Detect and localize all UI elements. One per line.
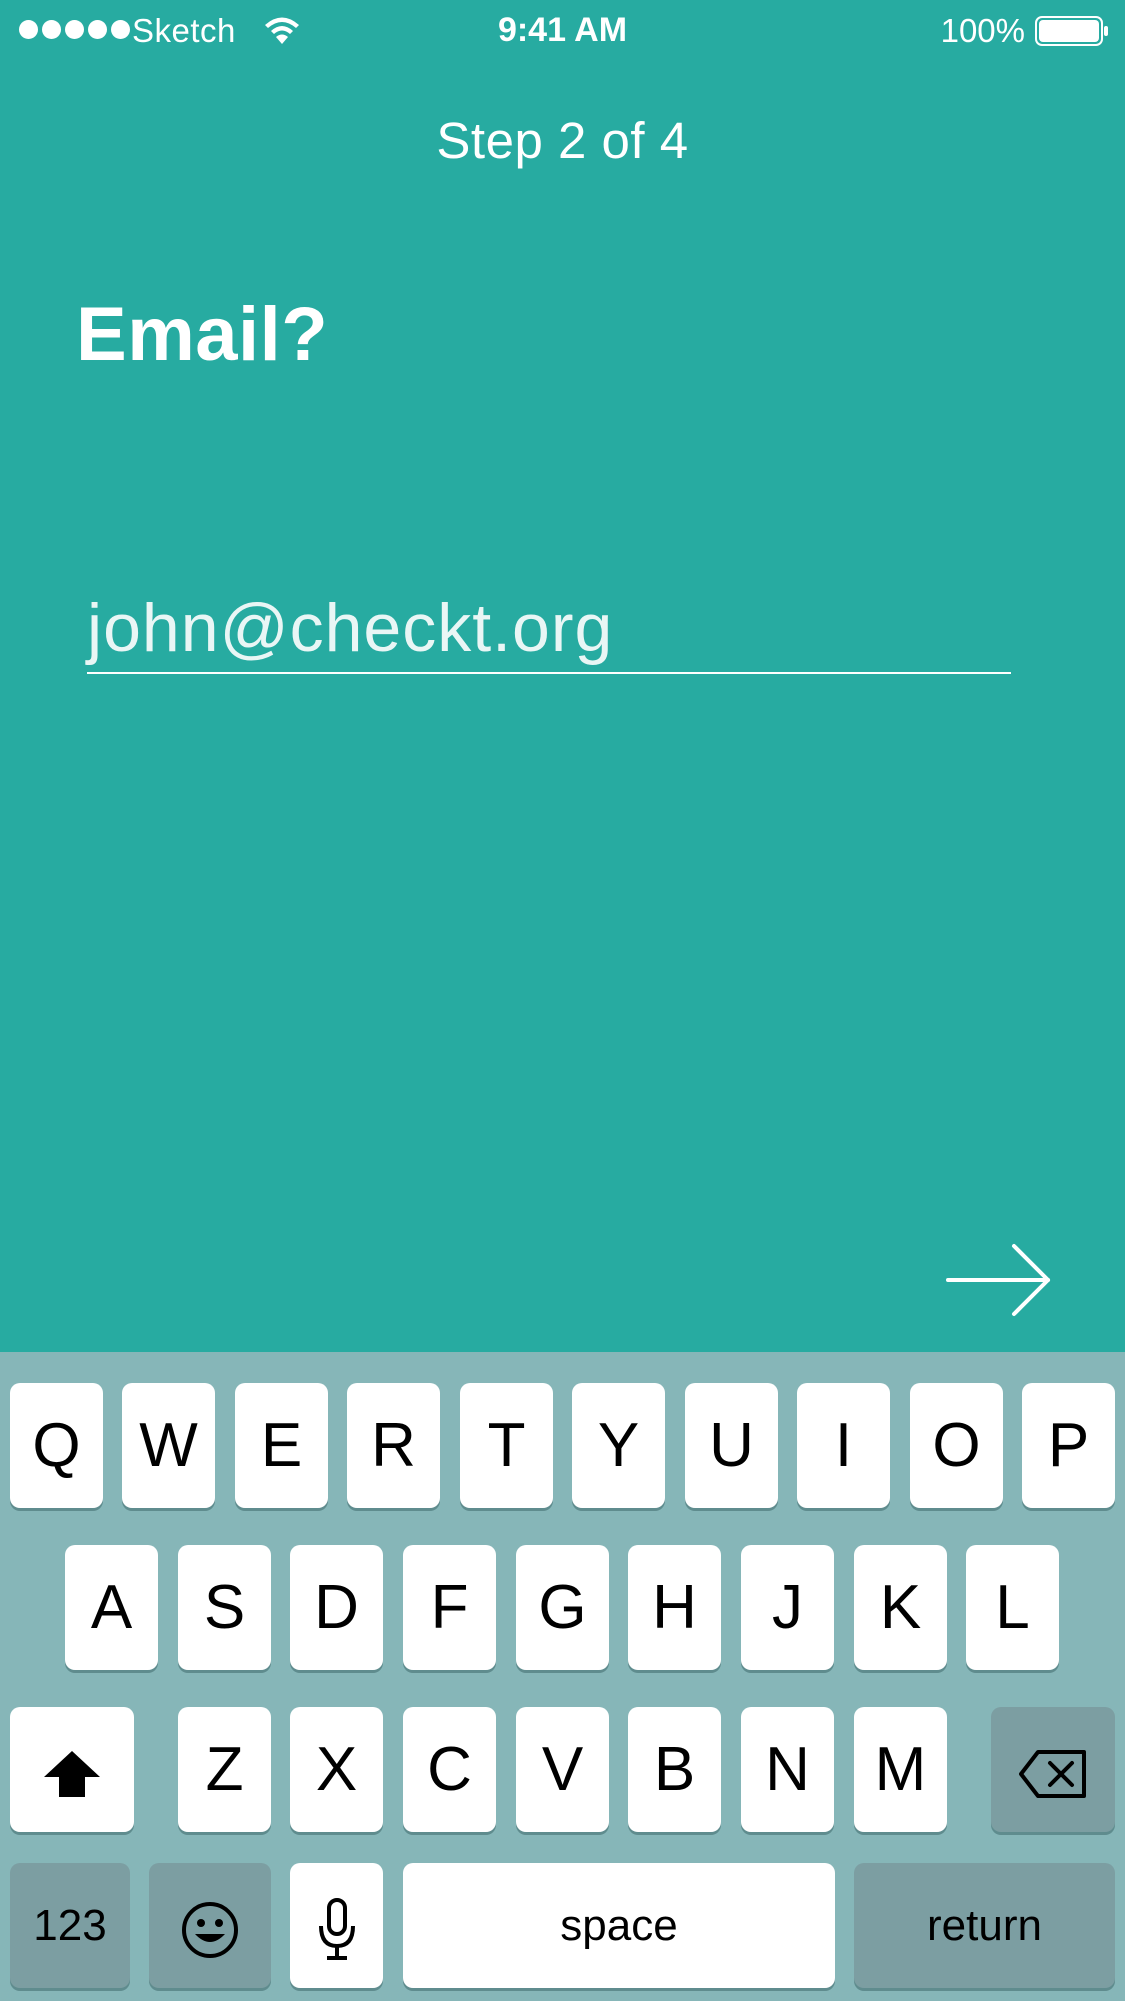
status-bar: Sketch 9:41 AM 100%	[0, 0, 1125, 62]
key-h[interactable]: H	[628, 1545, 721, 1670]
microphone-icon	[318, 1897, 355, 1960]
battery-full-icon	[1035, 16, 1108, 46]
key-l[interactable]: L	[966, 1545, 1059, 1670]
delete-key[interactable]	[991, 1707, 1115, 1832]
dictation-key[interactable]	[290, 1863, 383, 1988]
key-n[interactable]: N	[741, 1707, 834, 1832]
question-title: Email?	[76, 292, 329, 377]
key-c[interactable]: C	[403, 1707, 496, 1832]
emoji-icon	[182, 1901, 238, 1958]
shift-icon	[44, 1750, 100, 1797]
numbers-key[interactable]: 123	[10, 1863, 130, 1988]
emoji-key[interactable]	[149, 1863, 271, 1988]
key-a[interactable]: A	[65, 1545, 158, 1670]
key-j[interactable]: J	[741, 1545, 834, 1670]
key-q[interactable]: Q	[10, 1383, 103, 1508]
arrow-right-icon	[946, 1244, 1050, 1316]
key-w[interactable]: W	[122, 1383, 215, 1508]
key-u[interactable]: U	[685, 1383, 778, 1508]
key-m[interactable]: M	[854, 1707, 947, 1832]
key-v[interactable]: V	[516, 1707, 609, 1832]
email-value: john@checkt.org	[87, 590, 614, 666]
key-f[interactable]: F	[403, 1545, 496, 1670]
backspace-icon	[1019, 1749, 1086, 1798]
key-d[interactable]: D	[290, 1545, 383, 1670]
key-g[interactable]: G	[516, 1545, 609, 1670]
key-i[interactable]: I	[797, 1383, 890, 1508]
key-z[interactable]: Z	[178, 1707, 271, 1832]
next-arrow-button[interactable]	[944, 1240, 1054, 1320]
key-x[interactable]: X	[290, 1707, 383, 1832]
key-s[interactable]: S	[178, 1545, 271, 1670]
key-r[interactable]: R	[347, 1383, 440, 1508]
key-o[interactable]: O	[910, 1383, 1003, 1508]
key-y[interactable]: Y	[572, 1383, 665, 1508]
key-b[interactable]: B	[628, 1707, 721, 1832]
space-key[interactable]: space	[403, 1863, 835, 1988]
email-field[interactable]: john@checkt.org	[87, 588, 1011, 674]
key-p[interactable]: P	[1022, 1383, 1115, 1508]
step-indicator: Step 2 of 4	[436, 112, 689, 169]
keyboard: Q W E R T Y U I O P A S D F G H J K L Z …	[0, 1352, 1125, 2001]
key-k[interactable]: K	[854, 1545, 947, 1670]
shift-key[interactable]	[10, 1707, 134, 1832]
return-key[interactable]: return	[854, 1863, 1115, 1988]
onboarding-screen: Sketch 9:41 AM 100% Step 2 of 4 Email? j…	[0, 0, 1125, 2001]
battery-percentage: 100%	[940, 12, 1025, 49]
key-e[interactable]: E	[235, 1383, 328, 1508]
key-t[interactable]: T	[460, 1383, 553, 1508]
